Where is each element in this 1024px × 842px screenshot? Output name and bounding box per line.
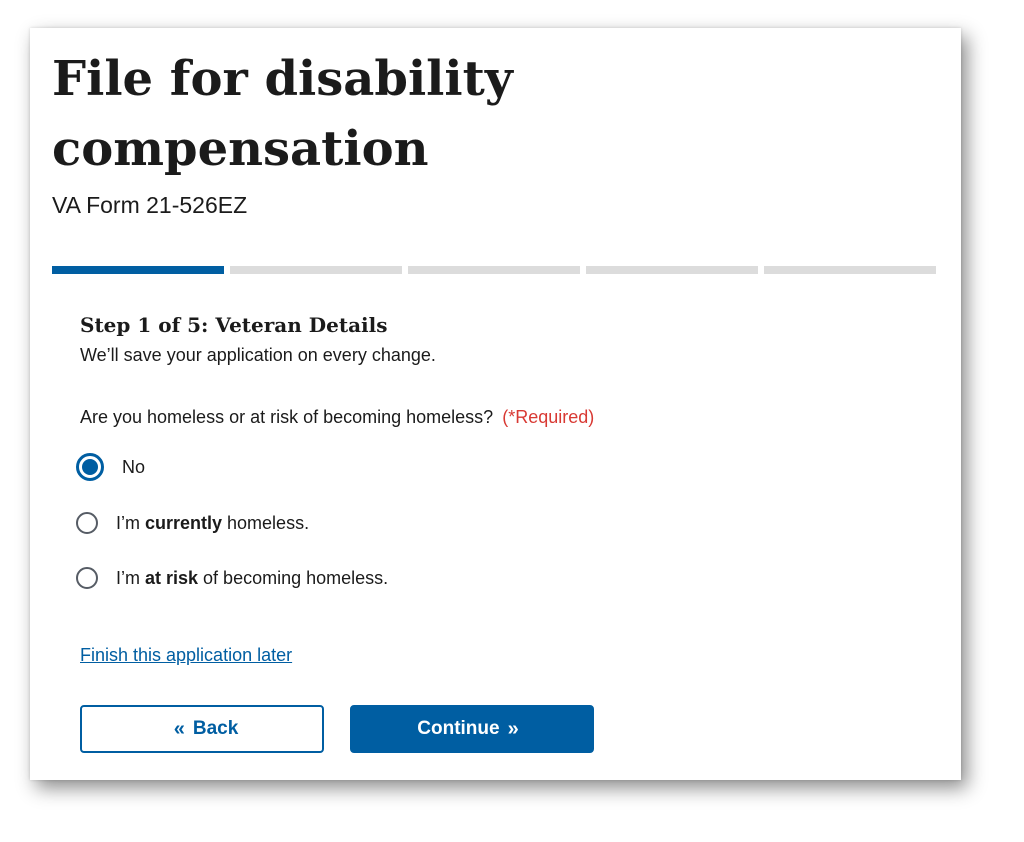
progress-segment-1 (52, 266, 224, 274)
required-indicator: (*Required) (502, 407, 595, 427)
back-button-label: Back (192, 718, 239, 739)
radio-button-currently-homeless[interactable] (76, 512, 98, 534)
continue-button[interactable]: Continue » (350, 705, 594, 753)
progress-segment-5 (764, 266, 936, 274)
chevron-double-left-icon: « (173, 717, 185, 740)
progress-segment-4 (586, 266, 758, 274)
radio-label-at-risk: I’m at risk of becoming homeless. (116, 568, 389, 588)
progress-bar (52, 266, 936, 274)
radio-label-no: No (122, 457, 146, 477)
radio-label-currently-homeless: I’m currently homeless. (116, 513, 310, 533)
continue-button-label: Continue (417, 718, 500, 739)
progress-segment-2 (230, 266, 402, 274)
chevron-double-right-icon: » (507, 717, 519, 740)
radio-option-at-risk[interactable]: I’m at risk of becoming homeless. (76, 565, 388, 591)
form-card: File for disability compensation VA Form… (30, 28, 961, 780)
question-label: Are you homeless or at risk of becoming … (80, 404, 594, 430)
step-subtitle: We’ll save your application on every cha… (80, 345, 436, 365)
radio-button-at-risk[interactable] (76, 567, 98, 589)
radio-option-currently-homeless[interactable]: I’m currently homeless. (76, 510, 309, 536)
finish-later-link[interactable]: Finish this application later (80, 642, 292, 668)
radio-button-no[interactable] (76, 453, 104, 481)
radio-option-no[interactable]: No (76, 453, 145, 481)
step-title: Step 1 of 5: Veteran Details (80, 313, 388, 337)
form-number: VA Form 21-526EZ (52, 192, 248, 218)
page-title: File for disability compensation (52, 51, 513, 177)
question-text: Are you homeless or at risk of becoming … (80, 407, 494, 427)
back-button[interactable]: « Back (80, 705, 324, 753)
progress-segment-3 (408, 266, 580, 274)
